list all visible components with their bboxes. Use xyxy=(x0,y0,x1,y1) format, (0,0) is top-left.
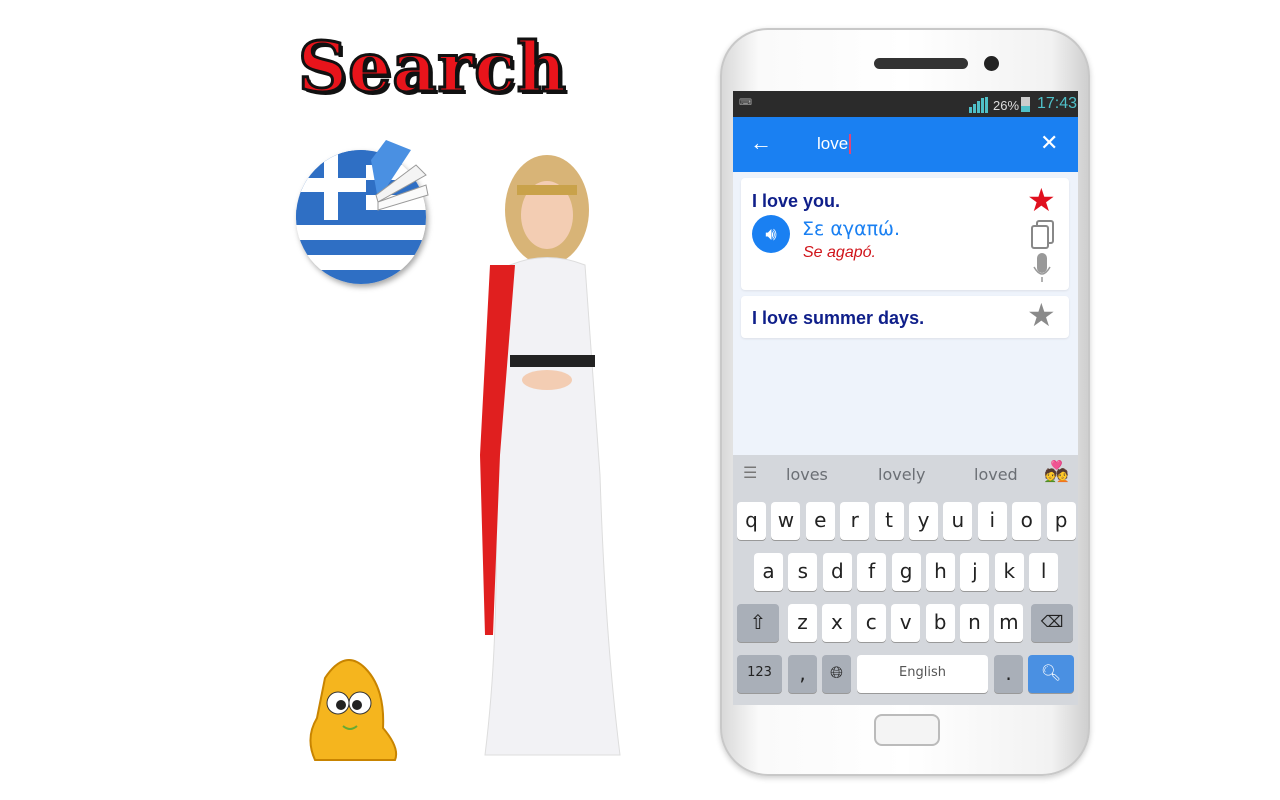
battery-icon xyxy=(1021,97,1030,112)
key-c[interactable]: c xyxy=(856,604,886,642)
signal-icon xyxy=(969,97,988,113)
key-a[interactable]: a xyxy=(754,553,783,591)
key-m[interactable]: m xyxy=(994,604,1024,642)
suggestion[interactable]: loved xyxy=(974,465,1018,484)
close-icon[interactable]: ✕ xyxy=(1040,130,1058,156)
phone-camera xyxy=(984,56,999,71)
key-v[interactable]: v xyxy=(891,604,921,642)
search-input[interactable]: love xyxy=(817,134,852,154)
clock: 17:43 xyxy=(1037,95,1078,112)
space-key[interactable]: English xyxy=(857,655,988,693)
search-app-bar: ← love ✕ xyxy=(733,117,1078,172)
transliteration-text: Se agapó. xyxy=(803,244,876,261)
copy-icon[interactable] xyxy=(1031,220,1055,250)
key-n[interactable]: n xyxy=(960,604,989,642)
key-f[interactable]: f xyxy=(857,553,887,591)
star-filled-icon[interactable]: ★ xyxy=(1027,181,1056,219)
speaker-icon[interactable]: 🔊︎ xyxy=(752,215,790,253)
search-key[interactable]: 🔍︎ xyxy=(1028,655,1074,693)
key-l[interactable]: l xyxy=(1029,553,1059,591)
key-t[interactable]: t xyxy=(874,502,904,540)
arrow-left-icon[interactable]: ← xyxy=(750,130,772,156)
comma-key[interactable]: , xyxy=(788,655,817,693)
key-w[interactable]: w xyxy=(771,502,801,540)
battery-percent: 26% xyxy=(993,98,1020,113)
phrase-text: I love you. xyxy=(752,191,841,211)
shift-key[interactable]: ⇧ xyxy=(737,604,779,642)
numbers-key[interactable]: 123 xyxy=(737,655,782,693)
key-y[interactable]: y xyxy=(909,502,938,540)
greek-goddess-photo xyxy=(480,155,621,756)
key-z[interactable]: z xyxy=(788,604,817,642)
promo-title: Search xyxy=(296,27,568,110)
result-card[interactable]: I love summer days. ★ xyxy=(741,296,1069,338)
key-j[interactable]: j xyxy=(960,553,990,591)
keyboard-status-icon: ⌨ xyxy=(739,97,752,107)
key-k[interactable]: k xyxy=(994,553,1024,591)
key-q[interactable]: q xyxy=(737,502,766,540)
key-b[interactable]: b xyxy=(925,604,955,642)
key-g[interactable]: g xyxy=(891,553,921,591)
key-e[interactable]: e xyxy=(805,502,835,540)
app-screen: ⌨ 26% 17:43 ← love ✕ I love you. 🔊︎ Σε α… xyxy=(733,91,1078,705)
keyboard: ☰ loves lovely loved 💑 qwertyuiop asdfghj… xyxy=(733,455,1078,705)
phone-speaker xyxy=(874,58,968,69)
status-bar: ⌨ 26% 17:43 xyxy=(733,91,1078,117)
phrase-text: I love summer days. xyxy=(752,308,925,328)
result-card[interactable]: I love you. 🔊︎ Σε αγαπώ. Se agapó. ★ xyxy=(741,178,1069,290)
suggestion[interactable]: lovely xyxy=(878,465,925,484)
key-r[interactable]: r xyxy=(840,502,870,540)
star-outline-icon[interactable]: ★ xyxy=(1027,296,1056,334)
backspace-key[interactable]: ⌫ xyxy=(1031,604,1073,642)
key-p[interactable]: p xyxy=(1046,502,1076,540)
emoji-couple-icon[interactable]: 💑 xyxy=(1044,459,1069,484)
key-u[interactable]: u xyxy=(943,502,973,540)
key-x[interactable]: x xyxy=(822,604,852,642)
pages-logo-icon xyxy=(371,140,429,211)
key-h[interactable]: h xyxy=(926,553,955,591)
period-key[interactable]: . xyxy=(994,655,1023,693)
key-i[interactable]: i xyxy=(977,502,1007,540)
mascot-emoji xyxy=(309,659,398,761)
menu-icon[interactable]: ☰ xyxy=(743,463,757,483)
microphone-icon[interactable] xyxy=(1033,253,1051,283)
home-button[interactable] xyxy=(874,714,940,746)
key-o[interactable]: o xyxy=(1012,502,1042,540)
key-s[interactable]: s xyxy=(788,553,818,591)
suggestion[interactable]: loves xyxy=(786,465,828,484)
globe-icon[interactable]: 🌐︎ xyxy=(822,655,851,693)
key-d[interactable]: d xyxy=(822,553,852,591)
translation-text: Σε αγαπώ. xyxy=(802,218,900,240)
